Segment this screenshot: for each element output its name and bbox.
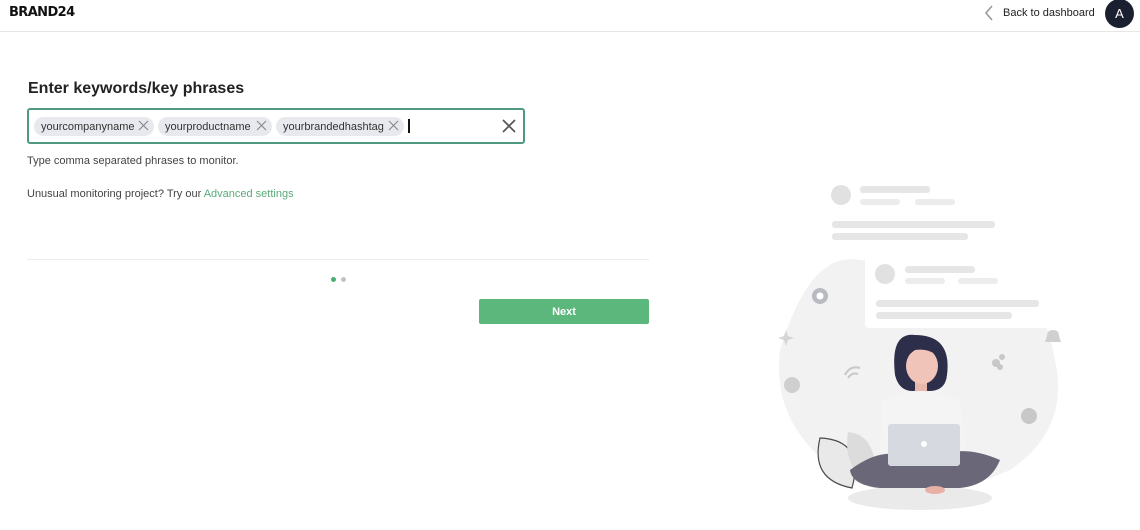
clear-input-icon[interactable]	[501, 118, 517, 134]
keyword-chip-label: yourcompanyname	[41, 120, 135, 133]
page-title: Enter keywords/key phrases	[28, 80, 245, 97]
back-to-dashboard-label: Back to dashboard	[1003, 7, 1095, 19]
chevron-left-icon	[984, 5, 993, 21]
remove-keyword-icon[interactable]	[256, 120, 267, 131]
woman-with-laptop-illustration	[778, 185, 1061, 510]
input-hint: Type comma separated phrases to monitor.	[27, 155, 239, 167]
remove-keyword-icon[interactable]	[388, 120, 399, 131]
advanced-settings-link[interactable]: Advanced settings	[204, 188, 294, 200]
keyword-chip: yourbrandedhashtag	[276, 117, 404, 136]
back-to-dashboard-link[interactable]: Back to dashboard	[984, 3, 1095, 23]
step-indicator-active	[331, 277, 336, 282]
remove-keyword-icon[interactable]	[138, 120, 149, 131]
brand-logo[interactable]: BRAND24	[9, 5, 75, 20]
keyword-chip: yourproductname	[158, 117, 272, 136]
text-caret	[408, 119, 410, 133]
divider	[27, 259, 649, 260]
next-button[interactable]: Next	[479, 299, 649, 324]
keyword-chip-label: yourbrandedhashtag	[283, 120, 384, 133]
advanced-settings-prompt: Unusual monitoring project? Try our Adva…	[27, 188, 294, 200]
user-avatar[interactable]: A	[1105, 0, 1134, 28]
keyword-chip: yourcompanyname	[34, 117, 154, 136]
step-indicator-inactive	[341, 277, 346, 282]
keywords-input[interactable]: yourcompanyname yourproductname yourbran…	[27, 108, 525, 144]
top-bar: BRAND24 Back to dashboard A	[0, 0, 1140, 32]
advanced-settings-prefix: Unusual monitoring project? Try our	[27, 188, 202, 200]
keyword-chip-label: yourproductname	[165, 120, 251, 133]
